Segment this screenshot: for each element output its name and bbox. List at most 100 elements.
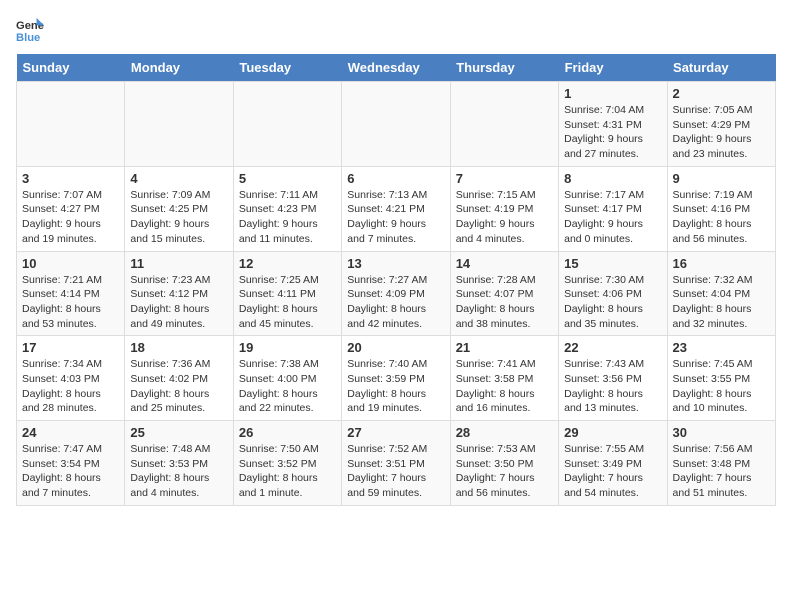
day-cell-28: 28 Sunrise: 7:53 AMSunset: 3:50 PMDayligh… [450,421,558,506]
day-number: 9 [673,171,770,186]
day-info: Sunrise: 7:13 AMSunset: 4:21 PMDaylight:… [347,188,444,247]
column-header-tuesday: Tuesday [233,54,341,82]
day-number: 13 [347,256,444,271]
day-number: 15 [564,256,661,271]
day-cell-5: 5 Sunrise: 7:11 AMSunset: 4:23 PMDaylight… [233,166,341,251]
column-header-sunday: Sunday [17,54,125,82]
day-cell-18: 18 Sunrise: 7:36 AMSunset: 4:02 PMDayligh… [125,336,233,421]
svg-text:Blue: Blue [16,32,40,44]
week-row-3: 10 Sunrise: 7:21 AMSunset: 4:14 PMDayligh… [17,251,776,336]
day-number: 17 [22,340,119,355]
day-cell-10: 10 Sunrise: 7:21 AMSunset: 4:14 PMDayligh… [17,251,125,336]
day-number: 26 [239,425,336,440]
day-number: 25 [130,425,227,440]
logo-icon: General Blue [16,16,44,44]
day-cell-2: 2 Sunrise: 7:05 AMSunset: 4:29 PMDaylight… [667,82,775,167]
day-number: 2 [673,86,770,101]
day-number: 16 [673,256,770,271]
day-cell-12: 12 Sunrise: 7:25 AMSunset: 4:11 PMDayligh… [233,251,341,336]
day-number: 14 [456,256,553,271]
day-number: 6 [347,171,444,186]
day-info: Sunrise: 7:17 AMSunset: 4:17 PMDaylight:… [564,188,661,247]
day-cell-11: 11 Sunrise: 7:23 AMSunset: 4:12 PMDayligh… [125,251,233,336]
day-info: Sunrise: 7:40 AMSunset: 3:59 PMDaylight:… [347,357,444,416]
day-info: Sunrise: 7:21 AMSunset: 4:14 PMDaylight:… [22,273,119,332]
day-info: Sunrise: 7:04 AMSunset: 4:31 PMDaylight:… [564,103,661,162]
column-header-friday: Friday [559,54,667,82]
column-header-saturday: Saturday [667,54,775,82]
day-cell-4: 4 Sunrise: 7:09 AMSunset: 4:25 PMDaylight… [125,166,233,251]
day-number: 29 [564,425,661,440]
day-info: Sunrise: 7:27 AMSunset: 4:09 PMDaylight:… [347,273,444,332]
day-info: Sunrise: 7:36 AMSunset: 4:02 PMDaylight:… [130,357,227,416]
header-area: General Blue [16,16,776,44]
day-cell-26: 26Sunrise: 7:50 AMSunset: 3:52 PMDayligh… [233,421,341,506]
day-number: 3 [22,171,119,186]
day-info: Sunrise: 7:05 AMSunset: 4:29 PMDaylight:… [673,103,770,162]
day-number: 10 [22,256,119,271]
week-row-2: 3Sunrise: 7:07 AMSunset: 4:27 PMDaylight… [17,166,776,251]
day-cell-25: 25 Sunrise: 7:48 AMSunset: 3:53 PMDayligh… [125,421,233,506]
day-number: 1 [564,86,661,101]
column-header-monday: Monday [125,54,233,82]
day-number: 4 [130,171,227,186]
empty-cell [125,82,233,167]
day-number: 5 [239,171,336,186]
day-info: Sunrise: 7:11 AMSunset: 4:23 PMDaylight:… [239,188,336,247]
day-cell-8: 8 Sunrise: 7:17 AMSunset: 4:17 PMDaylight… [559,166,667,251]
day-cell-16: 16Sunrise: 7:32 AMSunset: 4:04 PMDayligh… [667,251,775,336]
day-number: 11 [130,256,227,271]
day-cell-14: 14Sunrise: 7:28 AMSunset: 4:07 PMDayligh… [450,251,558,336]
day-info: Sunrise: 7:38 AMSunset: 4:00 PMDaylight:… [239,357,336,416]
day-number: 18 [130,340,227,355]
day-info: Sunrise: 7:09 AMSunset: 4:25 PMDaylight:… [130,188,227,247]
day-info: Sunrise: 7:19 AMSunset: 4:16 PMDaylight:… [673,188,770,247]
day-number: 27 [347,425,444,440]
day-number: 8 [564,171,661,186]
day-number: 12 [239,256,336,271]
day-cell-29: 29 Sunrise: 7:55 AMSunset: 3:49 PMDayligh… [559,421,667,506]
week-row-1: 1 Sunrise: 7:04 AMSunset: 4:31 PMDaylight… [17,82,776,167]
column-header-thursday: Thursday [450,54,558,82]
calendar-table: SundayMondayTuesdayWednesdayThursdayFrid… [16,54,776,506]
day-number: 28 [456,425,553,440]
day-cell-6: 6 Sunrise: 7:13 AMSunset: 4:21 PMDaylight… [342,166,450,251]
day-info: Sunrise: 7:23 AMSunset: 4:12 PMDaylight:… [130,273,227,332]
day-number: 23 [673,340,770,355]
empty-cell [17,82,125,167]
day-cell-21: 21 Sunrise: 7:41 AMSunset: 3:58 PMDayligh… [450,336,558,421]
empty-cell [342,82,450,167]
empty-cell [233,82,341,167]
day-number: 20 [347,340,444,355]
day-cell-9: 9 Sunrise: 7:19 AMSunset: 4:16 PMDaylight… [667,166,775,251]
day-number: 30 [673,425,770,440]
day-number: 22 [564,340,661,355]
day-info: Sunrise: 7:25 AMSunset: 4:11 PMDaylight:… [239,273,336,332]
day-number: 24 [22,425,119,440]
day-number: 21 [456,340,553,355]
day-cell-30: 30 Sunrise: 7:56 AMSunset: 3:48 PMDayligh… [667,421,775,506]
day-info: Sunrise: 7:45 AMSunset: 3:55 PMDaylight:… [673,357,770,416]
day-cell-24: 24 Sunrise: 7:47 AMSunset: 3:54 PMDayligh… [17,421,125,506]
week-row-4: 17Sunrise: 7:34 AMSunset: 4:03 PMDayligh… [17,336,776,421]
day-info: Sunrise: 7:48 AMSunset: 3:53 PMDaylight:… [130,442,227,501]
logo: General Blue [16,16,48,44]
day-info: Sunrise: 7:53 AMSunset: 3:50 PMDaylight:… [456,442,553,501]
day-info: Sunrise: 7:47 AMSunset: 3:54 PMDaylight:… [22,442,119,501]
column-header-wednesday: Wednesday [342,54,450,82]
day-info: Sunrise: 7:43 AMSunset: 3:56 PMDaylight:… [564,357,661,416]
day-number: 19 [239,340,336,355]
day-cell-22: 22 Sunrise: 7:43 AMSunset: 3:56 PMDayligh… [559,336,667,421]
day-cell-27: 27Sunrise: 7:52 AMSunset: 3:51 PMDayligh… [342,421,450,506]
day-info: Sunrise: 7:15 AMSunset: 4:19 PMDaylight:… [456,188,553,247]
day-info: Sunrise: 7:55 AMSunset: 3:49 PMDaylight:… [564,442,661,501]
week-row-5: 24 Sunrise: 7:47 AMSunset: 3:54 PMDayligh… [17,421,776,506]
day-number: 7 [456,171,553,186]
day-cell-23: 23 Sunrise: 7:45 AMSunset: 3:55 PMDayligh… [667,336,775,421]
day-cell-3: 3Sunrise: 7:07 AMSunset: 4:27 PMDaylight… [17,166,125,251]
day-cell-15: 15Sunrise: 7:30 AMSunset: 4:06 PMDayligh… [559,251,667,336]
day-cell-19: 19 Sunrise: 7:38 AMSunset: 4:00 PMDayligh… [233,336,341,421]
day-info: Sunrise: 7:41 AMSunset: 3:58 PMDaylight:… [456,357,553,416]
day-cell-13: 13 Sunrise: 7:27 AMSunset: 4:09 PMDayligh… [342,251,450,336]
day-info: Sunrise: 7:56 AMSunset: 3:48 PMDaylight:… [673,442,770,501]
